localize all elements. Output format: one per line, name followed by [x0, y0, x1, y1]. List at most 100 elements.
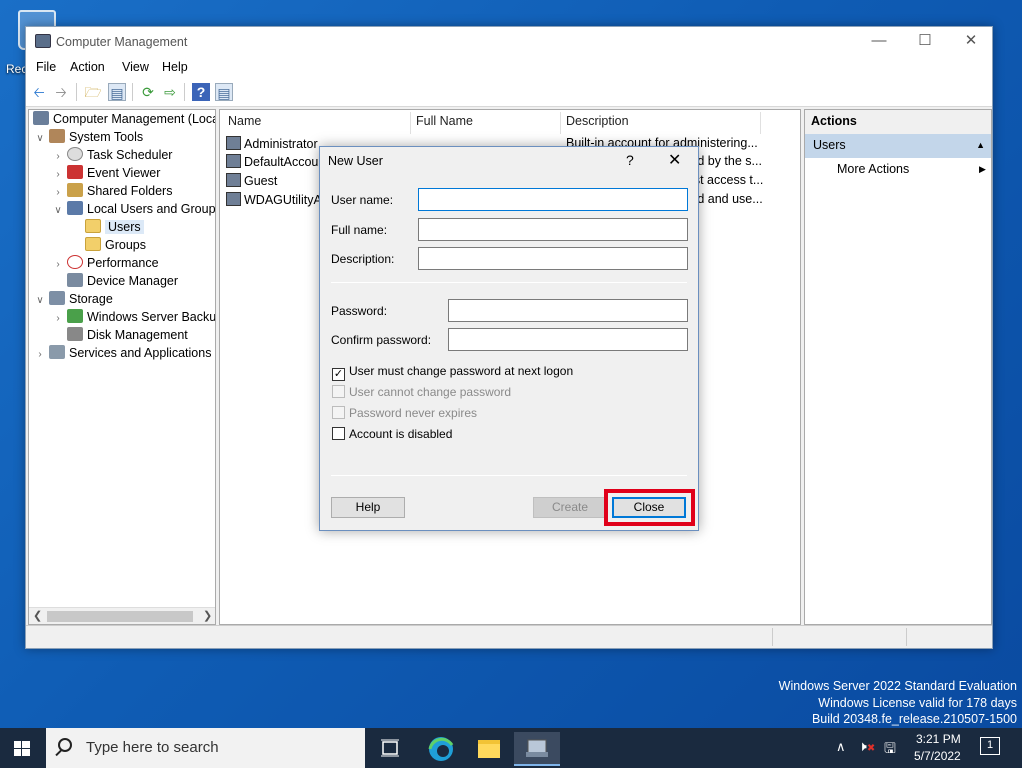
description-input[interactable] [418, 247, 688, 270]
clock-date[interactable]: 5/7/2022 [914, 749, 961, 763]
tree-item-disk-management[interactable]: Disk Management [51, 326, 188, 344]
password-input[interactable] [448, 299, 688, 322]
minimize-button[interactable]: — [856, 27, 902, 57]
folder-icon [85, 237, 101, 251]
help-icon[interactable]: ? [192, 83, 210, 101]
console-tree: Computer Management (Local ∨ System Tools… [28, 109, 216, 625]
help-button[interactable]: Help [331, 497, 405, 518]
expand-chevron-icon[interactable]: › [33, 346, 47, 364]
clock-icon [67, 147, 83, 161]
users-group-icon [67, 201, 83, 215]
watermark-license: Windows License valid for 178 days [818, 696, 1017, 710]
folder-icon [478, 740, 500, 758]
title-bar: Computer Management — ☐ ✕ [26, 27, 992, 57]
password-never-expires-checkbox: Password never expires [332, 406, 477, 420]
computer-management-icon [526, 739, 548, 757]
tree-item-users[interactable]: Users [69, 218, 144, 236]
close-window-button[interactable]: ✕ [948, 27, 994, 57]
cannot-change-password-checkbox: User cannot change password [332, 385, 511, 399]
tree-item-windows-server-backup[interactable]: › Windows Server Backup [51, 308, 215, 326]
dialog-help-icon[interactable]: ? [626, 152, 634, 168]
services-icon [49, 345, 65, 359]
toolbar: 🡠 🡢 🗁 ▤ ⟳ ⇨ ? ▤ [26, 77, 992, 107]
tree-item-root[interactable]: Computer Management (Local [31, 110, 215, 128]
confirm-password-label: Confirm password: [331, 333, 432, 347]
event-viewer-icon [67, 165, 83, 179]
clock-time[interactable]: 3:21 PM [916, 732, 961, 746]
start-button[interactable] [0, 728, 46, 768]
tree-item-local-users-groups[interactable]: ∨ Local Users and Groups [51, 200, 215, 220]
task-view-icon [381, 739, 399, 757]
refresh-icon[interactable]: ⟳ [139, 83, 157, 101]
dialog-close-icon[interactable]: ✕ [668, 150, 681, 170]
user-icon [226, 173, 241, 187]
column-header-full-name[interactable]: Full Name [416, 114, 473, 128]
edge-button[interactable] [418, 732, 464, 766]
volume-muted-icon[interactable]: 🕨✖ [858, 738, 875, 755]
tree-item-shared-folders[interactable]: › Shared Folders [51, 182, 172, 200]
show-hide-tree-icon[interactable]: ▤ [108, 83, 126, 101]
submenu-arrow-icon: ▶ [979, 164, 986, 174]
show-hide-action-pane-icon[interactable]: ▤ [215, 83, 233, 101]
user-icon [226, 192, 241, 206]
menu-view[interactable]: View [122, 60, 149, 74]
window-title: Computer Management [56, 35, 188, 49]
back-arrow-icon[interactable]: 🡠 [30, 83, 48, 101]
tree-item-services-applications[interactable]: › Services and Applications [33, 344, 211, 362]
task-view-button[interactable] [367, 732, 413, 766]
tree-item-storage[interactable]: ∨ Storage [33, 290, 113, 308]
more-actions-item[interactable]: More Actions ▶ [837, 162, 986, 176]
computer-management-taskbar-button[interactable] [514, 732, 560, 766]
tree-item-task-scheduler[interactable]: › Task Scheduler [51, 146, 172, 164]
folder-icon [85, 219, 101, 233]
computer-icon [33, 111, 49, 125]
collapse-chevron-icon[interactable]: ∨ [33, 292, 47, 310]
tree-horizontal-scrollbar[interactable]: ❮ ❯ [29, 607, 215, 624]
account-disabled-checkbox[interactable]: Account is disabled [332, 427, 452, 441]
tree-item-performance[interactable]: › Performance [51, 254, 159, 272]
export-list-icon[interactable]: ⇨ [161, 83, 179, 101]
maximize-button[interactable]: ☐ [902, 27, 948, 57]
notification-center-icon[interactable]: 1 [980, 737, 1000, 755]
tree-item-system-tools[interactable]: ∨ System Tools [33, 128, 143, 146]
forward-arrow-icon[interactable]: 🡢 [52, 83, 70, 101]
collapse-up-icon[interactable]: ▲ [976, 140, 985, 150]
taskbar-search[interactable]: Type here to search [46, 728, 365, 768]
file-explorer-button[interactable] [466, 732, 512, 766]
search-placeholder: Type here to search [86, 739, 219, 756]
scroll-right-icon[interactable]: ❯ [203, 609, 212, 622]
scroll-left-icon[interactable]: ❮ [33, 609, 42, 622]
watermark-build: Build 20348.fe_release.210507-1500 [811, 712, 1017, 726]
backup-icon [67, 309, 83, 323]
actions-section-users[interactable]: Users ▲ [805, 134, 991, 158]
actions-header: Actions [805, 110, 991, 134]
column-header-name[interactable]: Name [228, 114, 261, 128]
up-folder-icon[interactable]: 🗁 [84, 83, 102, 101]
user-icon [226, 136, 241, 150]
column-header-description[interactable]: Description [566, 114, 629, 128]
tree-item-event-viewer[interactable]: › Event Viewer [51, 164, 160, 182]
new-user-dialog: New User ? ✕ User name: Full name: Descr… [319, 146, 699, 531]
menu-bar: File Action View Help [26, 57, 992, 77]
windows-logo-icon [14, 741, 30, 756]
close-button-highlight [604, 489, 695, 526]
must-change-password-checkbox[interactable]: ✓ User must change password at next logon [332, 364, 573, 381]
menu-help[interactable]: Help [162, 60, 188, 74]
watermark-edition: Windows Server 2022 Standard Evaluation [778, 679, 1017, 693]
actions-pane: Actions Users ▲ More Actions ▶ [804, 109, 992, 625]
divider [331, 282, 687, 283]
menu-action[interactable]: Action [70, 60, 105, 74]
scrollbar-thumb[interactable] [47, 611, 193, 622]
full-name-input[interactable] [418, 218, 688, 241]
network-icon[interactable]: 🖫 [884, 738, 896, 762]
collapse-chevron-icon[interactable]: ∨ [33, 130, 47, 148]
collapse-chevron-icon[interactable]: ∨ [51, 202, 65, 220]
tree-item-groups[interactable]: Groups [69, 236, 146, 254]
shared-folder-icon [67, 183, 83, 197]
tree-item-device-manager[interactable]: Device Manager [51, 272, 178, 290]
confirm-password-input[interactable] [448, 328, 688, 351]
show-hidden-icons-chevron-icon[interactable]: ∧ [836, 739, 846, 755]
menu-file[interactable]: File [36, 60, 56, 74]
user-name-input[interactable] [418, 188, 688, 211]
checkmark-icon: ✓ [332, 368, 345, 381]
